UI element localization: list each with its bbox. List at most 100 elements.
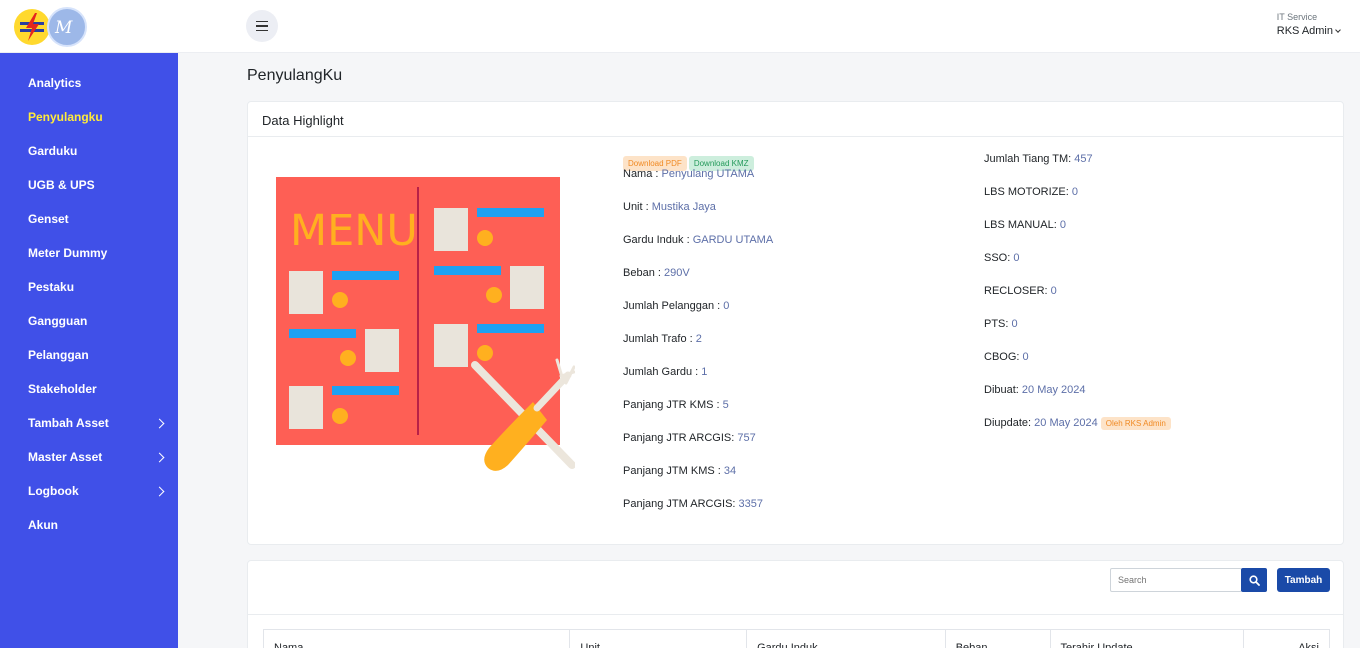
highlight-label: LBS MANUAL: — [984, 219, 1060, 231]
column-header[interactable]: Aksi — [1244, 630, 1329, 648]
sidebar-item-garduku[interactable]: Garduku — [0, 134, 178, 168]
highlight-row: Jumlah Tiang TM: 457 — [984, 153, 1171, 186]
column-header[interactable]: Gardu Induk — [747, 630, 946, 648]
chevron-right-icon — [154, 418, 165, 428]
sidebar-item-label: Penyulangku — [28, 110, 103, 124]
highlight-label: Panjang JTR KMS : — [623, 399, 723, 411]
column-header[interactable]: Beban — [946, 630, 1051, 648]
card-title: Data Highlight — [248, 102, 1343, 137]
highlight-label: Gardu Induk : — [623, 234, 693, 246]
highlight-row: Panjang JTR KMS : 5 — [623, 399, 773, 432]
highlight-label: SSO: — [984, 252, 1014, 264]
highlight-label: Panjang JTM ARCGIS: — [623, 498, 739, 510]
highlight-label: Jumlah Pelanggan : — [623, 300, 724, 312]
highlight-row: RECLOSER: 0 — [984, 285, 1171, 318]
highlight-row: CBOG: 0 — [984, 351, 1171, 384]
sidebar-item-label: Gangguan — [28, 314, 88, 328]
highlight-row: Dibuat: 20 May 2024 — [984, 384, 1171, 417]
chevron-right-icon — [154, 486, 165, 496]
topbar: IT Service RKS Admin — [178, 0, 1360, 53]
hamburger-icon — [256, 20, 268, 23]
highlight-value: 20 May 2024 — [1034, 417, 1098, 429]
highlight-label: Panjang JTM KMS : — [623, 465, 724, 477]
highlight-value: 20 May 2024 — [1021, 384, 1086, 396]
menu-illustration: MENU — [276, 177, 575, 471]
highlight-label: LBS MOTORIZE: — [984, 186, 1072, 198]
menu-toggle-button[interactable] — [246, 10, 278, 42]
sidebar-item-genset[interactable]: Genset — [0, 202, 178, 236]
highlight-label: Diupdate: — [984, 417, 1035, 429]
sidebar-item-label: Pelanggan — [28, 348, 89, 362]
highlight-value: GARDU UTAMA — [692, 234, 774, 246]
user-name-label: RKS Admin — [1276, 25, 1333, 37]
sidebar-item-pestaku[interactable]: Pestaku — [0, 270, 178, 304]
hamburger-icon-line — [256, 25, 268, 27]
highlight-label: Jumlah Tiang TM: — [984, 153, 1075, 165]
highlight-label: Beban : — [623, 267, 664, 279]
table-header: Nama Unit Gardu Induk Beban Terahir Update Ak… — [263, 629, 1330, 648]
sidebar-item-stakeholder[interactable]: Stakeholder — [0, 372, 178, 406]
pln-logo[interactable] — [14, 9, 50, 45]
data-highlight-card: Data Highlight MENU Download PDF Downloa… — [247, 101, 1344, 545]
highlight-value: 0 — [1022, 351, 1029, 363]
user-name[interactable]: RKS Admin — [1276, 25, 1341, 37]
highlight-row: Jumlah Gardu : 1 — [623, 366, 773, 399]
highlight-label: Panjang JTR ARCGIS: — [623, 432, 738, 444]
sidebar-item-label: Akun — [28, 518, 58, 532]
highlight-row: PTS: 0 — [984, 318, 1171, 351]
sidebar-item-pelanggan[interactable]: Pelanggan — [0, 338, 178, 372]
highlight-value: 3357 — [738, 498, 764, 510]
brand-logo: M — [47, 7, 87, 47]
sidebar-item-penyulangku[interactable]: Penyulangku — [0, 100, 178, 134]
highlight-label: PTS: — [984, 318, 1012, 330]
highlight-value: 457 — [1074, 153, 1093, 165]
highlight-row: SSO: 0 — [984, 252, 1171, 285]
sidebar-item-akun[interactable]: Akun — [0, 508, 178, 542]
sidebar-item-analytics[interactable]: Analytics — [0, 66, 178, 100]
highlight-row: Unit : Mustika Jaya — [623, 201, 773, 234]
highlight-value: 757 — [737, 432, 756, 444]
sidebar-item-label: Master Asset — [28, 450, 103, 464]
highlight-row: Beban : 290V — [623, 267, 773, 300]
highlight-value: Penyulang UTAMA — [661, 168, 755, 180]
highlight-value: 0 — [1059, 219, 1066, 231]
highlight-row: Nama : Penyulang UTAMA — [623, 168, 773, 201]
sidebar-item-label: Garduku — [28, 144, 78, 158]
menu-illustration-text: MENU — [290, 206, 418, 256]
highlight-label: Jumlah Trafo : — [623, 333, 696, 345]
sidebar: M Analytics Penyulangku Garduku UGB & UPS Ge… — [0, 0, 178, 648]
highlight-row: Panjang JTR ARCGIS: 757 — [623, 432, 773, 465]
highlight-row: Jumlah Trafo : 2 — [623, 333, 773, 366]
column-header[interactable]: Unit — [570, 630, 748, 648]
page-title: PenyulangKu — [247, 67, 343, 84]
highlight-value: 1 — [701, 366, 708, 378]
highlight-value: 0 — [723, 300, 730, 312]
chevron-down-icon — [1335, 27, 1341, 33]
chevron-right-icon — [154, 452, 165, 462]
sidebar-item-tambah-asset[interactable]: Tambah Asset — [0, 406, 178, 440]
sidebar-item-meter-dummy[interactable]: Meter Dummy — [0, 236, 178, 270]
highlight-row: Jumlah Pelanggan : 0 — [623, 300, 773, 333]
sidebar-item-master-asset[interactable]: Master Asset — [0, 440, 178, 474]
sidebar-item-label: Pestaku — [28, 280, 75, 294]
sidebar-item-ugb-ups[interactable]: UGB & UPS — [0, 168, 178, 202]
add-button[interactable]: Tambah — [1277, 568, 1330, 592]
highlight-value: 5 — [722, 399, 729, 411]
search-button[interactable] — [1241, 568, 1267, 592]
sidebar-item-label: Genset — [28, 212, 69, 226]
column-header[interactable]: Nama — [264, 630, 571, 648]
highlight-left-column: Download PDF Download KMZ Nama : Penyulan… — [623, 153, 773, 531]
highlight-value: 0 — [1011, 318, 1018, 330]
highlight-row: Diupdate: 20 May 2024 Oleh RKS Admin — [984, 417, 1171, 450]
highlight-label: CBOG: — [984, 351, 1023, 363]
highlight-value: 290V — [663, 267, 690, 279]
download-actions: Download PDF Download KMZ — [623, 153, 773, 171]
search-icon — [1248, 574, 1260, 586]
highlight-value: 34 — [723, 465, 737, 477]
column-header[interactable]: Terahir Update — [1051, 630, 1245, 648]
sidebar-item-gangguan[interactable]: Gangguan — [0, 304, 178, 338]
highlight-label: Unit : — [623, 201, 652, 213]
search-input[interactable] — [1110, 568, 1242, 592]
sidebar-item-logbook[interactable]: Logbook — [0, 474, 178, 508]
user-menu[interactable]: IT Service RKS Admin — [1276, 12, 1341, 37]
